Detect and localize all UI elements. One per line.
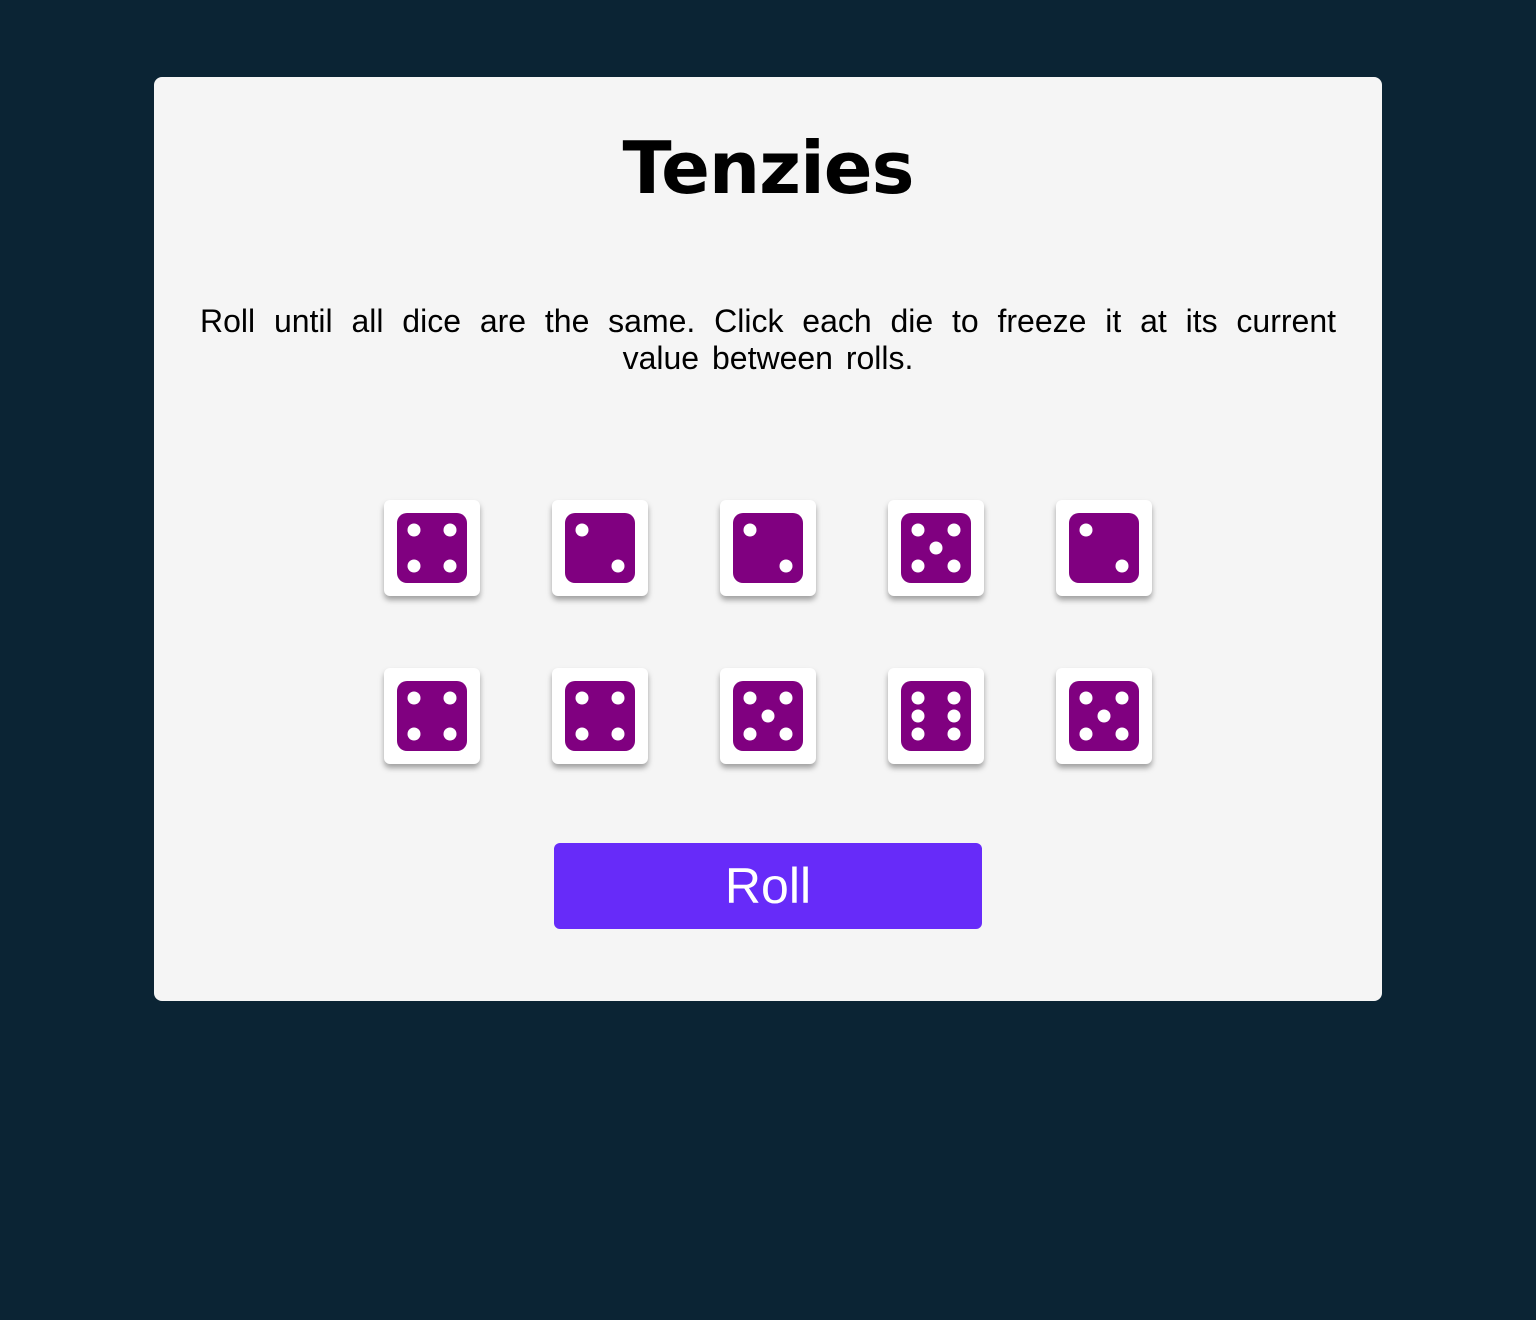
die-pip xyxy=(947,709,961,723)
die-face xyxy=(397,513,467,583)
die-pip xyxy=(743,727,757,741)
die-pip xyxy=(947,691,961,705)
die-pip xyxy=(911,709,925,723)
die-face xyxy=(565,513,635,583)
roll-button[interactable]: Roll xyxy=(554,843,982,929)
die-pip xyxy=(575,523,589,537)
dice-face-icon xyxy=(565,513,635,583)
die-face xyxy=(733,513,803,583)
game-card: Tenzies Roll until all dice are the same… xyxy=(154,77,1382,1001)
die-pip xyxy=(1115,727,1129,741)
game-instructions: Roll until all dice are the same. Click … xyxy=(200,303,1336,376)
die-pip xyxy=(743,523,757,537)
die-pip xyxy=(743,691,757,705)
die-pip xyxy=(761,709,775,723)
die-9[interactable] xyxy=(888,668,984,764)
dice-face-icon xyxy=(565,681,635,751)
die-pip xyxy=(1097,709,1111,723)
die-pip xyxy=(1079,523,1093,537)
die-pip xyxy=(1079,691,1093,705)
dice-face-icon xyxy=(733,513,803,583)
die-pip xyxy=(911,523,925,537)
die-pip xyxy=(443,559,457,573)
die-face xyxy=(1069,513,1139,583)
die-pip xyxy=(407,559,421,573)
die-pip xyxy=(779,559,793,573)
die-pip xyxy=(443,691,457,705)
die-pip xyxy=(947,727,961,741)
dice-face-icon xyxy=(1069,513,1139,583)
die-face xyxy=(565,681,635,751)
die-8[interactable] xyxy=(720,668,816,764)
die-pip xyxy=(779,727,793,741)
die-pip xyxy=(911,559,925,573)
die-pip xyxy=(407,523,421,537)
die-pip xyxy=(1115,691,1129,705)
die-pip xyxy=(407,727,421,741)
die-pip xyxy=(575,727,589,741)
die-pip xyxy=(611,559,625,573)
dice-grid xyxy=(384,500,1152,764)
die-2[interactable] xyxy=(552,500,648,596)
die-pip xyxy=(443,523,457,537)
die-pip xyxy=(1115,559,1129,573)
die-pip xyxy=(911,691,925,705)
die-pip xyxy=(947,523,961,537)
die-3[interactable] xyxy=(720,500,816,596)
die-10[interactable] xyxy=(1056,668,1152,764)
die-pip xyxy=(611,727,625,741)
die-pip xyxy=(1079,727,1093,741)
die-pip xyxy=(407,691,421,705)
dice-face-icon xyxy=(1069,681,1139,751)
die-pip xyxy=(929,541,943,555)
dice-face-icon xyxy=(733,681,803,751)
dice-face-icon xyxy=(901,513,971,583)
die-pip xyxy=(575,691,589,705)
die-pip xyxy=(779,691,793,705)
game-title: Tenzies xyxy=(622,126,915,210)
die-1[interactable] xyxy=(384,500,480,596)
die-4[interactable] xyxy=(888,500,984,596)
die-6[interactable] xyxy=(384,668,480,764)
die-pip xyxy=(611,691,625,705)
dice-face-icon xyxy=(397,513,467,583)
die-face xyxy=(397,681,467,751)
die-pip xyxy=(911,727,925,741)
dice-face-icon xyxy=(901,681,971,751)
die-5[interactable] xyxy=(1056,500,1152,596)
die-pip xyxy=(947,559,961,573)
die-pip xyxy=(443,727,457,741)
dice-face-icon xyxy=(397,681,467,751)
die-7[interactable] xyxy=(552,668,648,764)
